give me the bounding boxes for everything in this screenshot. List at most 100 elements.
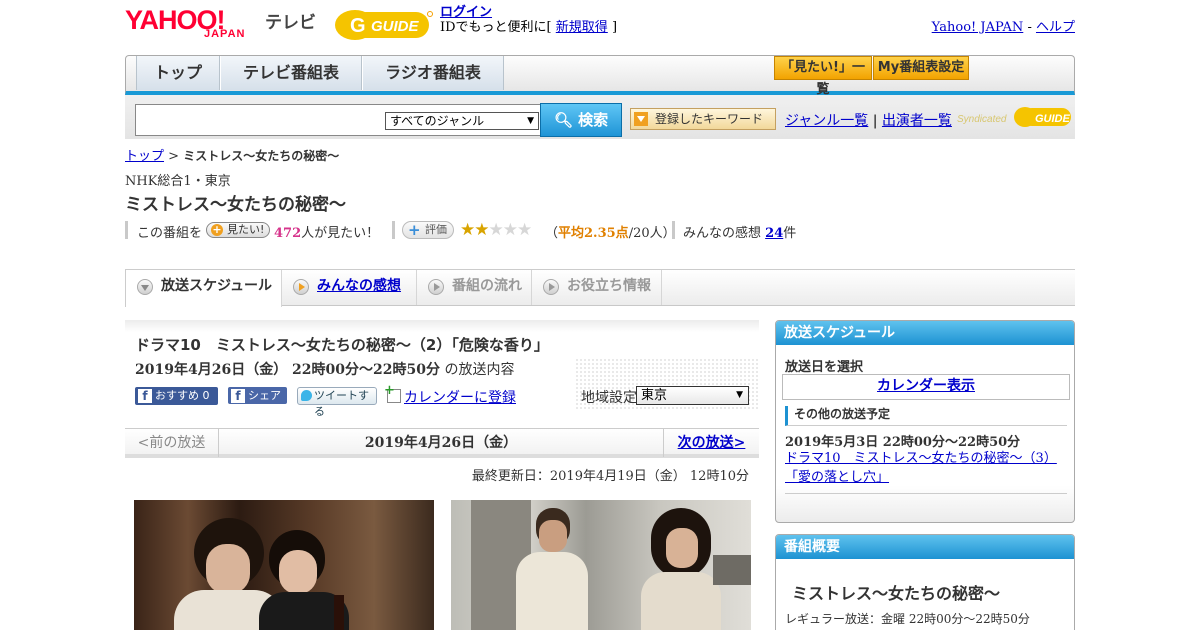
- search-links: ジャンル一覧 | 出演者一覧: [785, 110, 952, 130]
- link-separator: -: [1027, 20, 1032, 35]
- facebook-recommend-label: おすすめ 0: [155, 389, 210, 402]
- tab-label: みんなの感想: [317, 278, 401, 294]
- hyoka-button[interactable]: + 評価: [402, 221, 454, 239]
- gguide-logo[interactable]: G GUIDE: [333, 6, 433, 42]
- calendar-add-icon: [384, 383, 401, 403]
- facebook-icon: f: [231, 389, 245, 403]
- channel-label: NHK総合1・東京: [125, 174, 231, 189]
- episode-photo-2[interactable]: [451, 500, 751, 630]
- calendar-display-link[interactable]: カレンダー表示: [877, 378, 975, 394]
- add-to-calendar-link[interactable]: カレンダーに登録: [384, 383, 516, 407]
- mitai-prefix: この番組を: [137, 226, 203, 241]
- region-select[interactable]: 東京 ▼: [636, 386, 749, 405]
- plus-icon: +: [408, 221, 421, 239]
- mitai-suffix: 人が見たい！: [301, 226, 380, 241]
- kansou-prefix: みんなの感想: [683, 226, 762, 241]
- other-broadcast-link[interactable]: ドラマ10 ミストレス～女たちの秘密～（3）「愛の落とし穴」: [785, 449, 1067, 487]
- tab-label: お役立ち情報: [567, 278, 651, 294]
- hyoka-button-label: 評価: [425, 223, 447, 236]
- last-updated: 最終更新日：2019年4月19日（金） 12時10分: [471, 469, 749, 484]
- other-broadcast-date: 2019年5月3日 22時00分～22時50分: [785, 435, 1021, 450]
- performer-list-link[interactable]: 出演者一覧: [882, 113, 952, 129]
- mitai-count-text: 472人が見たい！: [274, 222, 379, 241]
- overview-regular-broadcast: レギュラー放送：金曜 22時00分～22時50分: [785, 612, 1030, 626]
- search-icon: 🔍︎: [553, 111, 573, 129]
- svg-text:Syndicated: Syndicated: [957, 114, 1007, 125]
- mitai-button[interactable]: + 見たい!: [206, 222, 271, 238]
- tab-label: 番組の流れ: [452, 278, 522, 294]
- yahoo-japan-link[interactable]: Yahoo! JAPAN: [932, 20, 1024, 35]
- search-input[interactable]: すべてのジャンル ▼: [135, 104, 541, 136]
- episode-title: ドラマ10 ミストレス～女たちの秘密～（2）「危険な香り」: [135, 336, 549, 354]
- avg-open: （: [545, 226, 559, 241]
- star-filled-icon: ★: [474, 220, 489, 240]
- dropdown-arrow-icon: [634, 112, 648, 126]
- chevron-down-icon: ▼: [736, 390, 743, 400]
- tab-program-flow[interactable]: 番組の流れ: [417, 270, 532, 305]
- genre-list-link[interactable]: ジャンル一覧: [785, 113, 868, 129]
- broadcast-pager: <前の放送 2019年4月26日（金） 次の放送>: [125, 428, 759, 458]
- photo-figure: [279, 550, 317, 594]
- photo-figure: [206, 544, 250, 594]
- header: YAHOO! JAPAN テレビ G GUIDE ログイン IDでもっと便利に[…: [125, 0, 1075, 50]
- my-bangumi-settings-button[interactable]: My番組表設定: [873, 56, 969, 80]
- photo-figure: [539, 520, 567, 552]
- chevron-down-icon: [137, 279, 153, 295]
- chevron-down-icon: ▼: [527, 116, 534, 126]
- pager-current-date: 2019年4月26日（金）: [364, 435, 518, 451]
- rating-row: この番組を + 見たい! 472人が見たい！ + 評価 ★★★★★ （平均2.3…: [125, 220, 825, 241]
- pick-date-label: 放送日を選択: [785, 360, 864, 375]
- search-button[interactable]: 🔍︎ 検索: [540, 103, 622, 137]
- divider-bar: [392, 221, 395, 239]
- breadcrumb-home-link[interactable]: トップ: [125, 149, 164, 164]
- registered-keyword-button[interactable]: 登録したキーワード: [630, 108, 776, 130]
- prev-broadcast-link: <前の放送: [125, 429, 219, 457]
- region-label: 地域設定: [581, 390, 637, 406]
- yahoo-japan-logo-text: JAPAN: [204, 28, 246, 40]
- share-row: f おすすめ 0 f シェア ツイートする カレンダーに登録 地域設定 東京 ▼: [135, 383, 755, 418]
- tv-logo-text[interactable]: テレビ: [265, 8, 316, 33]
- help-link[interactable]: ヘルプ: [1036, 20, 1075, 35]
- genre-select[interactable]: すべてのジャンル ▼: [385, 112, 539, 130]
- star-rating: ★★★★★: [460, 220, 532, 240]
- sidebar-schedule: 放送スケジュール 放送日を選択 カレンダー表示 その他の放送予定 2019年5月…: [775, 320, 1075, 523]
- login-link[interactable]: ログイン: [440, 5, 492, 20]
- facebook-recommend-button[interactable]: f おすすめ 0: [135, 387, 218, 405]
- plus-icon: +: [211, 223, 223, 236]
- next-broadcast-link[interactable]: 次の放送>: [663, 429, 759, 457]
- facebook-icon: f: [138, 389, 152, 403]
- sidebar-overview: 番組概要 ミストレス～女たちの秘密～ レギュラー放送：金曜 22時00分～22時…: [775, 534, 1075, 630]
- average-rating-text: （平均2.35点/20人）: [545, 222, 676, 241]
- facebook-share-button[interactable]: f シェア: [228, 387, 287, 404]
- syndicated-gguide-logo: Syndicated GUIDE: [957, 107, 1071, 127]
- main-nav: トップ テレビ番組表 ラジオ番組表 「見たい!」一覧 My番組表設定: [125, 55, 1075, 97]
- top-right-links: Yahoo! JAPAN - ヘルプ: [932, 16, 1075, 35]
- photo-figure: [641, 572, 721, 630]
- add-to-calendar-label: カレンダーに登録: [404, 390, 516, 406]
- login-sub-suffix: ]: [611, 20, 618, 35]
- episode-date-line: 2019年4月26日（金） 22時00分～22時50分 の放送内容: [135, 359, 514, 379]
- divider: [785, 493, 1067, 494]
- login-sub-prefix: IDでもっと便利に[: [440, 20, 552, 35]
- mitai-list-button[interactable]: 「見たい!」一覧: [774, 56, 872, 97]
- signup-link[interactable]: 新規取得: [556, 20, 608, 35]
- tab-tv-listings[interactable]: テレビ番組表: [220, 56, 362, 90]
- sidebar-overview-header: 番組概要: [776, 535, 1074, 559]
- mitai-count: 472: [274, 226, 302, 241]
- sub-tabs: 放送スケジュール みんなの感想 番組の流れ お役立ち情報: [125, 269, 1075, 307]
- episode-box: ドラマ10 ミストレス～女たちの秘密～（2）「危険な香り」 2019年4月26日…: [125, 320, 759, 418]
- kansou-count-link[interactable]: 24: [765, 226, 783, 241]
- calendar-display-box: カレンダー表示: [782, 374, 1070, 400]
- episode-photo-1[interactable]: [134, 500, 434, 630]
- play-arrow-icon: [428, 279, 444, 295]
- tab-radio-listings[interactable]: ラジオ番組表: [362, 56, 504, 90]
- tab-broadcast-schedule[interactable]: 放送スケジュール: [125, 270, 282, 307]
- tab-top[interactable]: トップ: [136, 56, 220, 90]
- tab-useful-info[interactable]: お役立ち情報: [532, 270, 662, 305]
- registered-keyword-label: 登録したキーワード: [655, 112, 764, 126]
- tab-everyone-impressions[interactable]: みんなの感想: [282, 270, 417, 305]
- tweet-button[interactable]: ツイートする: [297, 387, 377, 418]
- twitter-bird-icon: [301, 390, 312, 401]
- photo-figure: [666, 528, 698, 568]
- facebook-share-label: シェア: [248, 389, 281, 402]
